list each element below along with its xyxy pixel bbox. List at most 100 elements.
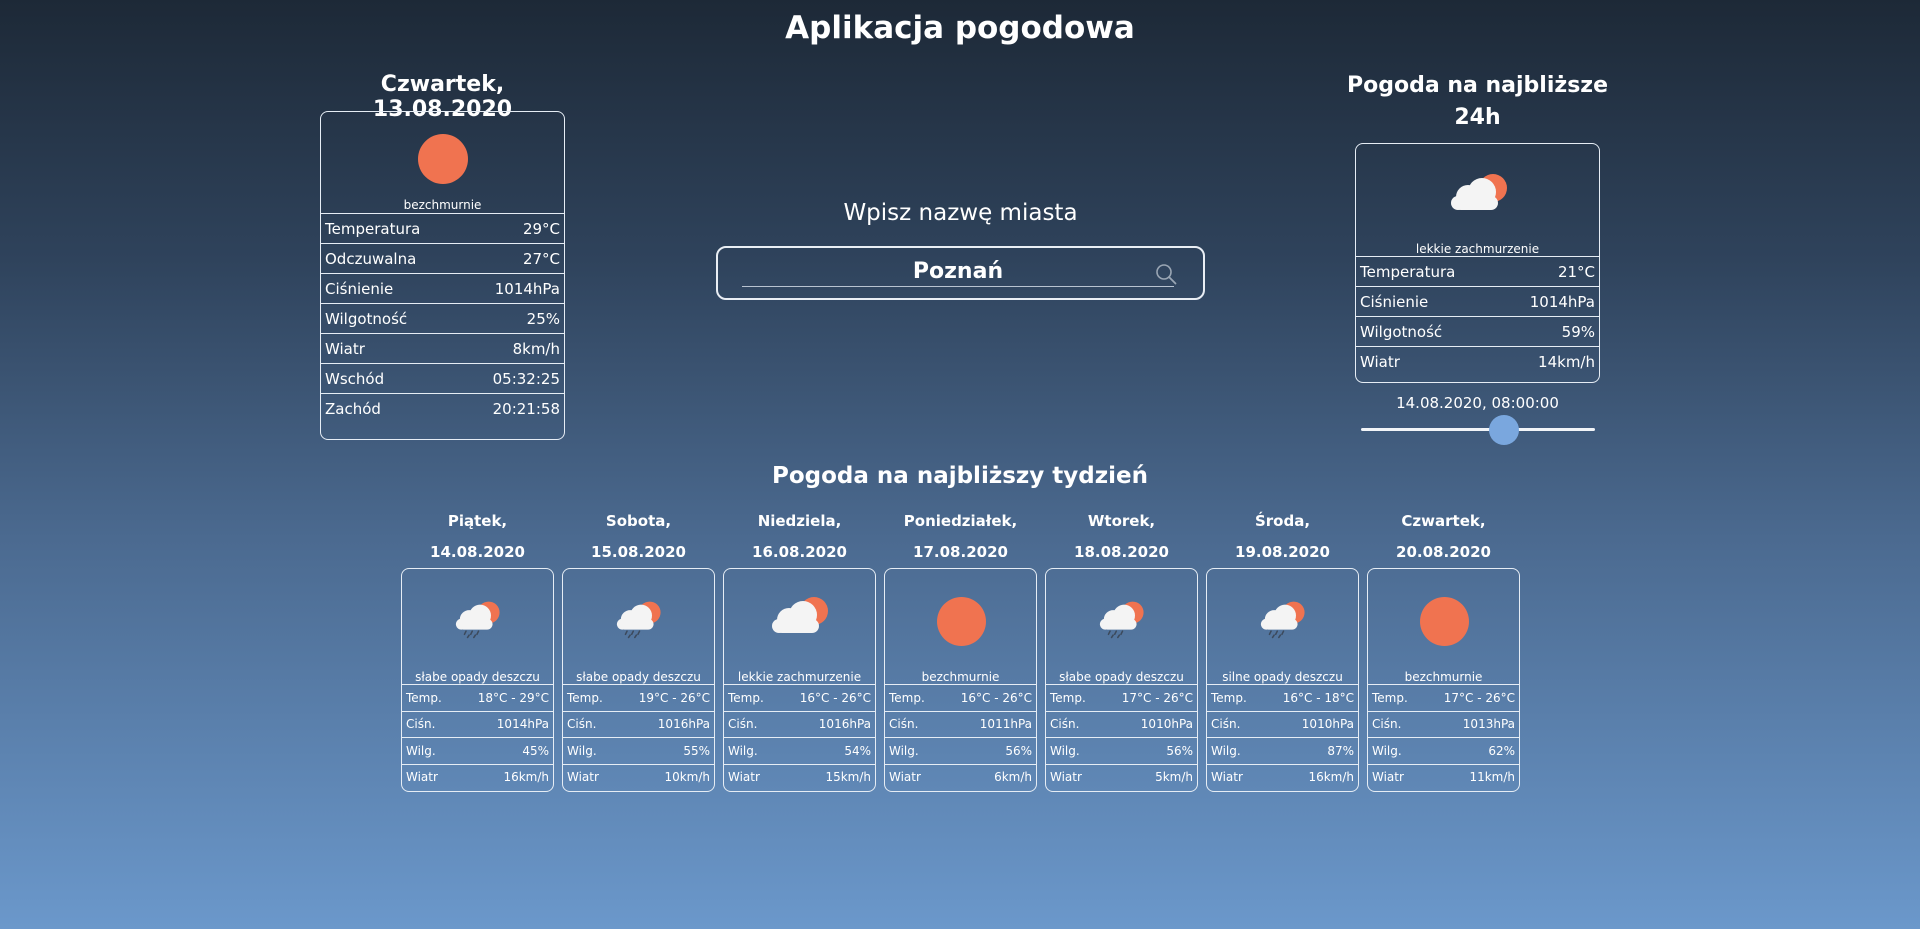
forecast-detail-label: Temp. <box>406 690 442 705</box>
hourly-detail-row: Ciśnienie 1014hPa <box>1356 286 1599 316</box>
forecast-day-name: Wtorek, <box>1087 512 1156 530</box>
forecast-detail-row: Wiatr 10km/h <box>563 763 714 791</box>
forecast-detail-label: Temp. <box>889 690 925 705</box>
forecast-day: Sobota, 15.08.2020 słabe opady deszczu T… <box>562 506 715 792</box>
today-weather-card: bezchmurnie Temperatura 29°C Odczuwalna … <box>320 111 565 440</box>
search-icon[interactable] <box>1155 263 1177 285</box>
forecast-detail-row: Wilg. 87% <box>1207 737 1358 764</box>
today-detail-label: Wiatr <box>325 339 365 358</box>
sun-icon <box>1419 596 1469 646</box>
today-detail-label: Odczuwalna <box>325 249 417 268</box>
forecast-icon-area <box>402 569 553 671</box>
today-detail-row: Wiatr 8km/h <box>321 333 564 363</box>
hourly-title-line1: Pogoda na najbliższe <box>1346 73 1609 98</box>
forecast-detail-value: 15km/h <box>825 770 871 785</box>
hourly-detail-row: Wilgotność 59% <box>1356 316 1599 346</box>
forecast-detail-label: Ciśn. <box>1372 717 1402 732</box>
today-detail-value: 20:21:58 <box>492 399 560 418</box>
forecast-detail-value: 87% <box>1327 743 1354 758</box>
forecast-detail-label: Wiatr <box>1050 770 1082 785</box>
forecast-description: słabe opady deszczu <box>415 670 540 684</box>
city-search-input[interactable] <box>742 256 1174 287</box>
forecast-detail-row: Temp. 18°C - 29°C <box>402 684 553 711</box>
hourly-detail-row: Temperatura 21°C <box>1356 256 1599 286</box>
forecast-day: Niedziela, 16.08.2020 lekkie zachmurzeni… <box>723 506 876 792</box>
forecast-day-name: Czwartek, <box>1401 512 1486 530</box>
today-description: bezchmurnie <box>403 198 482 212</box>
forecast-day-name: Niedziela, <box>757 512 842 530</box>
forecast-detail-label: Wiatr <box>567 770 599 785</box>
forecast-detail-row: Wiatr 16km/h <box>1207 763 1358 791</box>
hourly-title-line2: 24h <box>1454 105 1501 130</box>
forecast-detail-value: 54% <box>844 743 871 758</box>
slider-thumb[interactable] <box>1488 415 1519 445</box>
forecast-detail-row: Ciśn. 1013hPa <box>1368 710 1519 738</box>
forecast-detail-label: Wiatr <box>728 770 760 785</box>
hourly-detail-value: 21°C <box>1557 262 1595 281</box>
forecast-detail-value: 45% <box>522 743 549 758</box>
forecast-detail-label: Wiatr <box>889 770 921 785</box>
forecast-day-date: 20.08.2020 <box>1396 543 1491 561</box>
forecast-detail-value: 11km/h <box>1469 770 1515 785</box>
forecast-detail-label: Temp. <box>1372 690 1408 705</box>
forecast-detail-row: Wilg. 62% <box>1368 737 1519 764</box>
forecast-detail-value: 16°C - 26°C <box>799 690 871 705</box>
forecast-detail-value: 16°C - 26°C <box>960 690 1032 705</box>
forecast-detail-label: Temp. <box>567 690 603 705</box>
forecast-detail-value: 56% <box>1005 743 1032 758</box>
forecast-description: bezchmurnie <box>1404 670 1483 684</box>
forecast-icon-area <box>1207 569 1358 671</box>
forecast-description: bezchmurnie <box>921 670 1000 684</box>
forecast-detail-value: 16°C - 18°C <box>1282 690 1354 705</box>
forecast-detail-row: Temp. 16°C - 18°C <box>1207 684 1358 711</box>
forecast-detail-value: 1010hPa <box>1140 717 1193 732</box>
today-detail-label: Temperatura <box>325 219 421 238</box>
hour-slider[interactable] <box>1361 414 1595 445</box>
forecast-detail-row: Ciśn. 1016hPa <box>563 710 714 738</box>
forecast-detail-row: Wiatr 16km/h <box>402 763 553 791</box>
forecast-icon-area <box>563 569 714 671</box>
rain-sun-icon <box>1261 601 1305 639</box>
app-title: Aplikacja pogodowa <box>785 10 1135 46</box>
forecast-detail-value: 10km/h <box>664 770 710 785</box>
forecast-detail-label: Wilg. <box>567 743 597 758</box>
slider-track[interactable] <box>1361 428 1595 431</box>
hourly-detail-row: Wiatr 14km/h <box>1356 346 1599 376</box>
forecast-day: Piątek, 14.08.2020 słabe opady deszczu T… <box>401 506 554 792</box>
forecast-detail-row: Temp. 16°C - 26°C <box>724 684 875 711</box>
cloud-sun-icon <box>1451 174 1507 210</box>
forecast-detail-value: 16km/h <box>503 770 549 785</box>
today-icon-area <box>321 112 564 198</box>
today-detail-label: Zachód <box>325 399 381 418</box>
today-detail-row: Wilgotność 25% <box>321 303 564 333</box>
search-box <box>716 246 1205 300</box>
forecast-detail-label: Wiatr <box>406 770 438 785</box>
forecast-description: silne opady deszczu <box>1222 670 1343 684</box>
hourly-weather-card: lekkie zachmurzenie Temperatura 21°C Ciś… <box>1355 143 1600 383</box>
forecast-detail-row: Wilg. 56% <box>1046 737 1197 764</box>
forecast-detail-value: 18°C - 29°C <box>477 690 549 705</box>
forecast-detail-value: 1010hPa <box>1301 717 1354 732</box>
forecast-detail-value: 56% <box>1166 743 1193 758</box>
forecast-detail-row: Wiatr 11km/h <box>1368 763 1519 791</box>
forecast-day-name: Sobota, <box>605 512 672 530</box>
hourly-detail-value: 1014hPa <box>1529 292 1595 311</box>
forecast-icon-area <box>885 569 1036 671</box>
rain-sun-icon <box>456 601 500 639</box>
hourly-detail-label: Temperatura <box>1360 262 1456 281</box>
forecast-detail-value: 1016hPa <box>818 717 871 732</box>
forecast-day-card: silne opady deszczu Temp. 16°C - 18°C Ci… <box>1206 568 1359 792</box>
forecast-detail-value: 19°C - 26°C <box>638 690 710 705</box>
forecast-detail-value: 1013hPa <box>1462 717 1515 732</box>
forecast-detail-row: Ciśn. 1010hPa <box>1207 710 1358 738</box>
forecast-detail-value: 16km/h <box>1308 770 1354 785</box>
today-detail-value: 1014hPa <box>494 279 560 298</box>
forecast-detail-value: 62% <box>1488 743 1515 758</box>
today-detail-value: 25% <box>526 309 560 328</box>
forecast-day-date: 19.08.2020 <box>1235 543 1330 561</box>
today-details: Temperatura 29°C Odczuwalna 27°C Ciśnien… <box>321 213 564 423</box>
today-detail-value: 29°C <box>522 219 560 238</box>
today-detail-row: Temperatura 29°C <box>321 213 564 243</box>
forecast-detail-label: Wilg. <box>1372 743 1402 758</box>
forecast-day-card: słabe opady deszczu Temp. 18°C - 29°C Ci… <box>401 568 554 792</box>
